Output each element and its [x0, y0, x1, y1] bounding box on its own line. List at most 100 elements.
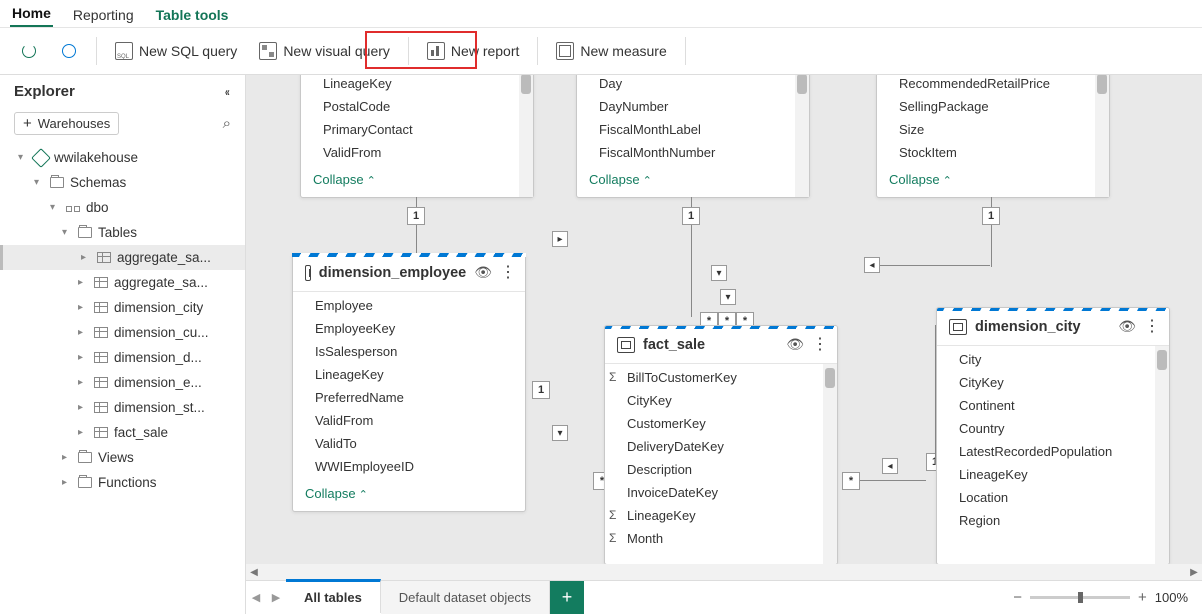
- field-item[interactable]: DayNumber: [577, 95, 809, 118]
- visibility-icon[interactable]: 👁: [1118, 318, 1136, 335]
- field-item[interactable]: FiscalMonthNumber: [577, 141, 809, 164]
- field-item[interactable]: WWIEmployeeID: [293, 455, 525, 478]
- tree-functions[interactable]: Functions: [0, 470, 245, 495]
- field-item[interactable]: SellingPackage: [877, 95, 1109, 118]
- tree-table-item[interactable]: dimension_d...: [0, 345, 245, 370]
- field-item[interactable]: LineageKey: [301, 75, 533, 95]
- new-report-button[interactable]: New report: [417, 36, 529, 66]
- zoom-in-button[interactable]: +: [1138, 589, 1147, 606]
- tab-reporting[interactable]: Reporting: [71, 3, 136, 27]
- field-item[interactable]: PreferredName: [293, 386, 525, 409]
- field-item[interactable]: Country: [937, 417, 1169, 440]
- field-item[interactable]: LineageKey: [605, 504, 837, 527]
- tree-views[interactable]: Views: [0, 445, 245, 470]
- field-item[interactable]: Day: [577, 75, 809, 95]
- table-card-employee[interactable]: dimension_employee 👁 ⋮ Employee Employee…: [292, 253, 526, 512]
- direction-arrow-icon: ▾: [720, 289, 736, 305]
- tree-table-item[interactable]: dimension_cu...: [0, 320, 245, 345]
- tabstrip-prev-icon[interactable]: ◀: [246, 581, 266, 614]
- field-item[interactable]: Month: [605, 527, 837, 550]
- field-item[interactable]: Description: [605, 458, 837, 481]
- collapse-link[interactable]: Collapse: [577, 166, 809, 197]
- tree-table-item[interactable]: aggregate_sa...: [0, 270, 245, 295]
- table-card[interactable]: Day DayNumber FiscalMonthLabel FiscalMon…: [576, 75, 810, 198]
- field-item[interactable]: PostalCode: [301, 95, 533, 118]
- new-report-label: New report: [451, 43, 519, 59]
- tree-table-item[interactable]: dimension_city: [0, 295, 245, 320]
- tree-table-item[interactable]: dimension_e...: [0, 370, 245, 395]
- warehouses-button[interactable]: +Warehouses: [14, 112, 119, 135]
- zoom-out-button[interactable]: −: [1013, 589, 1022, 606]
- tree-schemas[interactable]: Schemas: [0, 170, 245, 195]
- tree-root[interactable]: wwilakehouse: [0, 145, 245, 170]
- more-options-icon[interactable]: ⋮: [812, 337, 827, 353]
- table-card[interactable]: RecommendedRetailPrice SellingPackage Si…: [876, 75, 1110, 198]
- field-item[interactable]: EmployeeKey: [293, 317, 525, 340]
- refresh-button[interactable]: [10, 36, 48, 66]
- scroll-right-icon[interactable]: ▶: [1186, 564, 1202, 580]
- collapse-link[interactable]: Collapse: [301, 166, 533, 197]
- field-item[interactable]: Size: [877, 118, 1109, 141]
- card-title: dimension_city: [975, 319, 1110, 335]
- tree-tables[interactable]: Tables: [0, 220, 245, 245]
- visibility-icon[interactable]: 👁: [786, 336, 804, 353]
- tree-table-item[interactable]: dimension_st...: [0, 395, 245, 420]
- collapse-explorer-icon[interactable]: «: [225, 85, 230, 99]
- field-item[interactable]: InvoiceDateKey: [605, 481, 837, 504]
- field-item[interactable]: Location: [937, 486, 1169, 509]
- field-item[interactable]: CityKey: [605, 389, 837, 412]
- zoom-slider[interactable]: [1030, 596, 1130, 599]
- card-scrollbar[interactable]: [795, 75, 809, 197]
- more-options-icon[interactable]: ⋮: [500, 265, 515, 281]
- collapse-link[interactable]: Collapse: [877, 166, 1109, 197]
- add-tab-button[interactable]: +: [550, 581, 584, 614]
- collapse-link[interactable]: Collapse: [293, 480, 525, 511]
- new-visual-query-button[interactable]: New visual query: [249, 36, 400, 66]
- field-item[interactable]: BillToCustomerKey: [605, 366, 837, 389]
- tree-dbo[interactable]: dbo: [0, 195, 245, 220]
- field-item[interactable]: FiscalMonthLabel: [577, 118, 809, 141]
- field-item[interactable]: RecommendedRetailPrice: [877, 75, 1109, 95]
- field-item[interactable]: Employee: [293, 294, 525, 317]
- table-card-city[interactable]: dimension_city 👁 ⋮ City CityKey Continen…: [936, 307, 1170, 565]
- scroll-left-icon[interactable]: ◀: [246, 564, 262, 580]
- field-item[interactable]: LatestRecordedPopulation: [937, 440, 1169, 463]
- field-item[interactable]: ValidFrom: [293, 409, 525, 432]
- cardinality-one: 1: [982, 207, 1000, 225]
- tabstrip-next-icon[interactable]: ▶: [266, 581, 286, 614]
- field-item[interactable]: LineageKey: [293, 363, 525, 386]
- card-scrollbar[interactable]: [1095, 75, 1109, 197]
- model-canvas[interactable]: LineageKey PostalCode PrimaryContact Val…: [246, 75, 1202, 614]
- canvas-horizontal-scrollbar[interactable]: ◀ ▶: [246, 564, 1202, 580]
- field-item[interactable]: LineageKey: [937, 463, 1169, 486]
- field-item[interactable]: City: [937, 348, 1169, 371]
- field-item[interactable]: ValidFrom: [301, 141, 533, 164]
- field-item[interactable]: Continent: [937, 394, 1169, 417]
- tab-table-tools[interactable]: Table tools: [154, 3, 231, 27]
- visibility-icon[interactable]: 👁: [474, 264, 492, 281]
- settings-button[interactable]: [50, 36, 88, 66]
- field-item[interactable]: PrimaryContact: [301, 118, 533, 141]
- footer-tab-default-dataset[interactable]: Default dataset objects: [381, 581, 550, 614]
- card-scrollbar[interactable]: [1155, 346, 1169, 564]
- footer-tab-all-tables[interactable]: All tables: [286, 579, 381, 613]
- card-scrollbar[interactable]: [519, 75, 533, 197]
- field-item[interactable]: IsSalesperson: [293, 340, 525, 363]
- tree-table-item[interactable]: aggregate_sa...: [0, 245, 245, 270]
- table-card-fact-sale[interactable]: fact_sale 👁 ⋮ BillToCustomerKey CityKey …: [604, 325, 838, 565]
- tab-home[interactable]: Home: [10, 1, 53, 27]
- new-sql-query-button[interactable]: New SQL query: [105, 36, 247, 66]
- field-item[interactable]: StockItem: [877, 141, 1109, 164]
- table-card[interactable]: LineageKey PostalCode PrimaryContact Val…: [300, 75, 534, 198]
- card-scrollbar[interactable]: [823, 364, 837, 564]
- explorer-title: Explorer: [14, 83, 75, 100]
- field-item[interactable]: CityKey: [937, 371, 1169, 394]
- field-item[interactable]: ValidTo: [293, 432, 525, 455]
- field-item[interactable]: Region: [937, 509, 1169, 532]
- new-measure-button[interactable]: New measure: [546, 36, 676, 66]
- field-item[interactable]: DeliveryDateKey: [605, 435, 837, 458]
- field-item[interactable]: CustomerKey: [605, 412, 837, 435]
- tree-table-item[interactable]: fact_sale: [0, 420, 245, 445]
- search-icon[interactable]: ⌕: [223, 115, 231, 132]
- more-options-icon[interactable]: ⋮: [1144, 319, 1159, 335]
